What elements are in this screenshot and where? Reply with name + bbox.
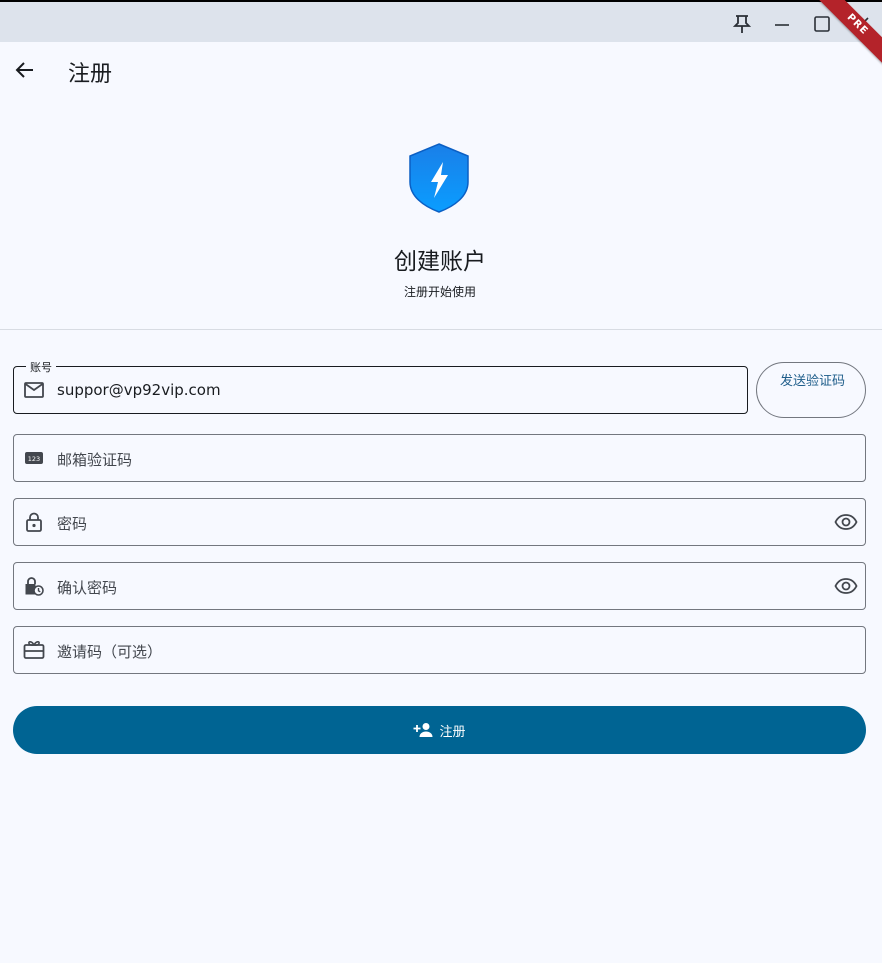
password-input[interactable]: 密码 <box>57 513 87 534</box>
pin-123-icon: 123 <box>23 447 45 469</box>
section-divider <box>0 329 882 330</box>
invite-code-input[interactable]: 邀请码（可选） <box>57 641 162 662</box>
maximize-icon[interactable] <box>808 10 836 38</box>
password-field[interactable]: 密码 <box>13 498 866 546</box>
create-account-subtitle: 注册开始使用 <box>403 285 476 299</box>
lock-icon <box>23 511 45 533</box>
svg-text:123: 123 <box>28 455 40 463</box>
window-titlebar: PRE <box>0 0 882 74</box>
pin-icon[interactable] <box>728 10 756 38</box>
app-bar: 注册 <box>0 42 882 98</box>
register-button-label: 注册 <box>439 724 466 740</box>
eye-icon[interactable] <box>833 510 859 534</box>
invite-code-field[interactable]: 邀请码（可选） <box>13 626 866 674</box>
minimize-icon[interactable] <box>768 10 796 38</box>
email-code-field[interactable]: 123 邮箱验证码 <box>13 434 866 482</box>
eye-icon[interactable] <box>833 574 859 598</box>
person-add-icon <box>413 723 433 737</box>
shield-bolt-icon <box>407 142 471 214</box>
card-giftcard-icon <box>23 639 45 661</box>
email-code-input[interactable]: 邮箱验证码 <box>57 449 132 470</box>
confirm-password-input[interactable]: 确认密码 <box>57 577 117 598</box>
account-label: 账号 <box>26 359 56 375</box>
page-title: 注册 <box>68 62 113 87</box>
send-code-button[interactable]: 发送验证码 <box>756 362 866 418</box>
arrow-back-icon[interactable] <box>10 56 40 84</box>
register-button[interactable]: 注册 <box>13 706 866 754</box>
create-account-heading: 创建账户 <box>394 249 486 275</box>
mail-icon <box>23 379 45 401</box>
account-field[interactable]: 账号 suppor@vp92vip.com <box>13 359 748 414</box>
lock-clock-icon <box>23 575 45 597</box>
confirm-password-field[interactable]: 确认密码 <box>13 562 866 610</box>
account-input[interactable]: suppor@vp92vip.com <box>57 381 221 399</box>
